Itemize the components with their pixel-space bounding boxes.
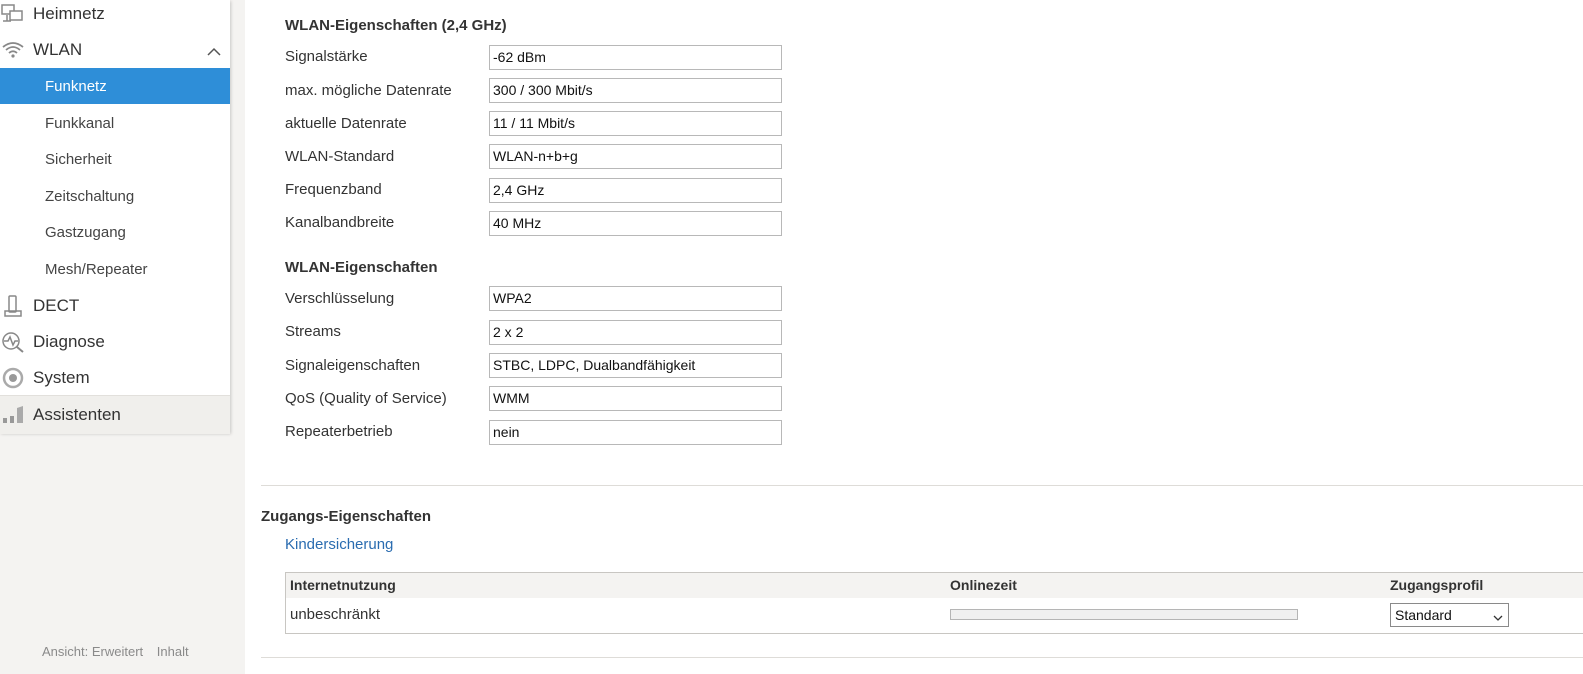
row-value: WLAN-n+b+g [489, 144, 782, 169]
row-label: Kanalbandbreite [285, 214, 395, 231]
row-label: Signalstärke [285, 48, 368, 65]
row-value: 300 / 300 Mbit/s [489, 78, 782, 103]
row-label: Verschlüsselung [285, 290, 395, 307]
sidebar-item-label: Funknetz [45, 77, 107, 95]
footer-links: Ansicht: Erweitert Inhalt [42, 644, 199, 659]
sidebar-item-label: Mesh/Repeater [45, 260, 148, 278]
sidebar-item-label: System [33, 368, 90, 387]
row-label: WLAN-Standard [285, 148, 395, 165]
row-value: 2,4 GHz [489, 178, 782, 203]
row-value: 40 MHz [489, 211, 782, 236]
sidebar-item-label: Diagnose [33, 332, 105, 351]
sidebar-item-dect[interactable]: DECT [0, 288, 230, 324]
row-label: aktuelle Datenrate [285, 115, 407, 132]
wizard-icon [0, 402, 26, 428]
row-label: Repeaterbetrieb [285, 423, 393, 440]
sidebar-item-label: Funkkanal [45, 114, 115, 132]
row-label: QoS (Quality of Service) [285, 390, 447, 407]
row-label: Frequenzband [285, 181, 382, 198]
sidebar-item-wlan[interactable]: WLAN [0, 32, 230, 68]
content-link[interactable]: Inhalt [157, 644, 189, 659]
access-table: Internetnutzung Onlinezeit Zugangsprofil… [285, 572, 1583, 634]
sidebar-item-label: Zeitschaltung [45, 187, 135, 205]
sidebar-item-system[interactable]: System [0, 360, 230, 396]
column-header-usage: Internetnutzung [290, 577, 396, 593]
row-label: Signaleigenschaften [285, 357, 421, 374]
sidebar-subitem-mesh-repeater[interactable]: Mesh/Repeater [0, 251, 230, 287]
wifi-icon [0, 37, 26, 63]
row-value: nein [489, 420, 782, 445]
row-value: -62 dBm [489, 45, 782, 70]
section-title-wlan-props: WLAN-Eigenschaften [285, 259, 438, 276]
row-label: max. mögliche Datenrate [285, 82, 452, 99]
diagnose-icon [0, 329, 26, 355]
sidebar-item-label: Heimnetz [33, 4, 105, 23]
row-value: 11 / 11 Mbit/s [489, 111, 782, 136]
chevron-up-icon[interactable] [206, 42, 222, 62]
usage-value: unbeschränkt [290, 606, 381, 623]
sidebar-item-heimnetz[interactable]: Heimnetz [0, 0, 230, 32]
network-icon [0, 1, 26, 27]
column-header-onlinetime: Onlinezeit [950, 577, 1017, 593]
sidebar-item-assistenten[interactable]: Assistenten [0, 395, 230, 434]
phone-icon [0, 293, 26, 319]
row-label: Streams [285, 323, 341, 340]
row-value: WMM [489, 386, 782, 411]
bottom-divider [261, 657, 1583, 658]
sidebar-item-label: Sicherheit [45, 150, 112, 168]
view-mode-link[interactable]: Ansicht: Erweitert [42, 644, 143, 659]
row-value: WPA2 [489, 286, 782, 311]
section-title-access: Zugangs-Eigenschaften [261, 508, 432, 525]
kindersicherung-link[interactable]: Kindersicherung [285, 536, 393, 553]
sidebar-item-label: Assistenten [33, 405, 121, 424]
sidebar-item-label: WLAN [33, 40, 83, 59]
section-divider [261, 485, 1583, 486]
gear-icon [0, 365, 26, 391]
profile-select-value: Standard [1395, 607, 1452, 623]
sidebar: Heimnetz WLAN Funknetz Funkkanal Sicherh… [0, 0, 230, 434]
chevron-down-icon [1492, 608, 1504, 630]
sidebar-item-diagnose[interactable]: Diagnose [0, 324, 230, 360]
section-title-wlan-24: WLAN-Eigenschaften (2,4 GHz) [285, 17, 507, 34]
column-header-profile: Zugangsprofil [1390, 577, 1484, 593]
sidebar-subitem-zeitschaltung[interactable]: Zeitschaltung [0, 178, 230, 214]
main-content: WLAN-Eigenschaften (2,4 GHz) Signalstärk… [245, 0, 1583, 674]
sidebar-item-label: DECT [33, 296, 80, 315]
sidebar-subitem-funknetz[interactable]: Funknetz [0, 68, 230, 104]
profile-select[interactable]: Standard [1390, 603, 1509, 627]
table-header [286, 573, 1583, 598]
sidebar-subitem-gastzugang[interactable]: Gastzugang [0, 214, 230, 250]
row-value: STBC, LDPC, Dualbandfähigkeit [489, 353, 782, 378]
onlinetime-progress-bar [950, 609, 1298, 620]
row-value: 2 x 2 [489, 320, 782, 345]
sidebar-subitem-funkkanal[interactable]: Funkkanal [0, 105, 230, 141]
sidebar-item-label: Gastzugang [45, 223, 126, 241]
sidebar-subitem-sicherheit[interactable]: Sicherheit [0, 141, 230, 177]
